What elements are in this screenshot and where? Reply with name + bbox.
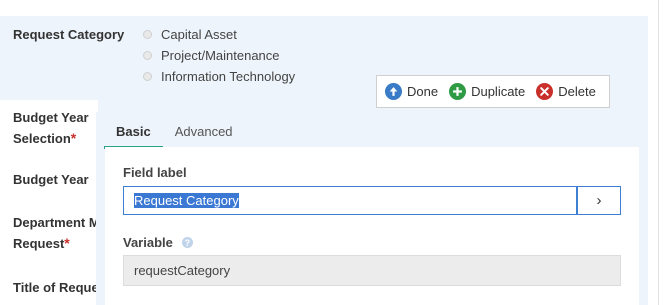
radio-option-project-maintenance[interactable]: Project/Maintenance	[143, 45, 295, 66]
done-button[interactable]: Done	[385, 83, 438, 100]
label-line: Selection*	[13, 128, 97, 149]
field-label-input-group: Request Category ›	[123, 186, 621, 215]
request-category-radio-group: Capital Asset Project/Maintenance Inform…	[143, 24, 295, 87]
radio-circle-icon[interactable]	[143, 72, 152, 81]
budget-year-label: Budget Year	[13, 172, 89, 187]
label-text: Selection	[13, 131, 71, 146]
help-icon[interactable]: ?	[181, 237, 193, 248]
field-toolbar: Done Duplicate Delete	[376, 75, 610, 108]
label-line: Budget Year	[13, 110, 89, 125]
radio-option-information-technology[interactable]: Information Technology	[143, 66, 295, 87]
duplicate-button[interactable]: Duplicate	[449, 83, 525, 100]
required-marker: *	[64, 235, 70, 251]
duplicate-label: Duplicate	[471, 84, 526, 99]
delete-button[interactable]: Delete	[536, 83, 596, 100]
required-marker: *	[70, 130, 77, 146]
selected-text: Request Category	[134, 193, 239, 208]
radio-option-label: Information Technology	[161, 69, 296, 84]
properties-tabs: Basic Advanced	[104, 120, 245, 149]
radio-circle-icon[interactable]	[143, 51, 152, 60]
department-label: Department M Request*	[13, 212, 97, 254]
radio-option-capital-asset[interactable]: Capital Asset	[143, 24, 295, 45]
done-label: Done	[407, 84, 439, 99]
arrow-up-icon	[385, 83, 402, 100]
label-line: Request*	[13, 233, 97, 254]
radio-option-label: Project/Maintenance	[161, 48, 280, 63]
label-text: Request	[13, 236, 65, 251]
budget-year-selection-label: Budget Year Selection*	[13, 107, 97, 149]
field-label-heading: Field label	[123, 165, 187, 180]
chevron-right-button[interactable]: ›	[577, 186, 621, 215]
x-icon	[536, 83, 554, 100]
tab-advanced[interactable]: Advanced	[163, 120, 245, 146]
request-category-label: Request Category	[13, 27, 125, 42]
divider	[658, 0, 659, 305]
delete-label: Delete	[558, 84, 596, 99]
radio-circle-icon[interactable]	[143, 30, 152, 39]
variable-input[interactable]: requestCategory	[123, 255, 621, 286]
chevron-right-icon: ›	[596, 192, 602, 209]
top-strip	[0, 0, 668, 16]
label-line: Department M	[13, 215, 97, 230]
tab-basic[interactable]: Basic	[104, 120, 163, 149]
variable-heading: Variable ?	[123, 235, 193, 250]
plus-icon	[449, 83, 467, 100]
radio-option-label: Capital Asset	[161, 27, 237, 42]
title-of-request-label: Title of Reque	[13, 280, 97, 295]
variable-label-text: Variable	[123, 235, 173, 250]
field-label-input[interactable]: Request Category	[123, 186, 577, 215]
